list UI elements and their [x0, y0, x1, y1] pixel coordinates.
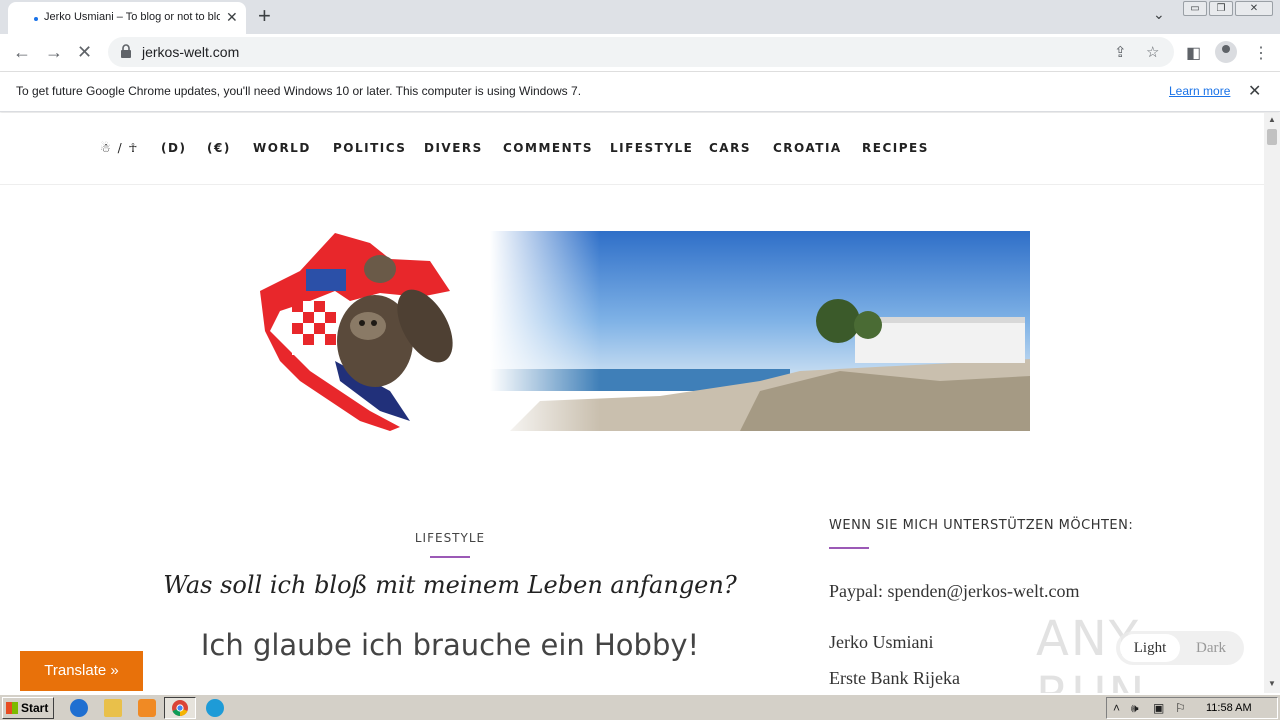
- media-player-icon[interactable]: [138, 699, 156, 717]
- nav-item-lifestyle[interactable]: LIFESTYLE: [610, 141, 693, 155]
- restore-window-icon[interactable]: ❐: [1209, 1, 1233, 16]
- share-icon[interactable]: ⇪: [1114, 43, 1127, 61]
- side-panel-icon[interactable]: ◧: [1186, 43, 1201, 63]
- back-arrow-icon[interactable]: ←: [13, 42, 31, 63]
- lock-icon[interactable]: [120, 44, 132, 58]
- sidebar-heading: WENN SIE MICH UNTERSTÜTZEN MÖCHTEN:: [829, 518, 1134, 533]
- theme-light-option[interactable]: Light: [1120, 634, 1180, 662]
- url-text[interactable]: jerkos-welt.com: [142, 44, 239, 60]
- tab-title: Jerko Usmiani – To blog or not to blog: [44, 11, 220, 23]
- infobar-close-icon[interactable]: ✕: [1248, 81, 1261, 101]
- post-category[interactable]: LIFESTYLE: [350, 531, 550, 545]
- bookmark-star-icon[interactable]: ☆: [1146, 43, 1159, 61]
- sidebar-bank: Erste Bank Rijeka: [829, 668, 960, 688]
- nav-item-symbols[interactable]: ☃ / ☥: [100, 141, 139, 155]
- windows-logo-icon: [6, 702, 18, 714]
- loading-dot-icon: [34, 17, 38, 21]
- profile-avatar-icon[interactable]: [1215, 41, 1237, 63]
- infobar-message: To get future Google Chrome updates, you…: [16, 84, 582, 98]
- category-underline: [430, 556, 470, 558]
- volume-icon[interactable]: 🕪: [1131, 701, 1139, 716]
- browser-toolbar: ← → ✕ jerkos-welt.com ⇪ ☆ ◧ ⋮: [0, 34, 1280, 72]
- nav-item-croatia[interactable]: CROATIA: [773, 141, 842, 155]
- header-banner-image[interactable]: [240, 231, 1030, 439]
- system-tray: ˄ 🕪 ▣ ⚐ 11:58 AM: [1106, 697, 1278, 719]
- sidebar-paypal: Paypal: spenden@jerkos-welt.com: [829, 581, 1080, 601]
- action-center-flag-icon[interactable]: ⚐: [1175, 701, 1186, 715]
- post-subtitle: Ich glaube ich brauche ein Hobby!: [200, 628, 700, 662]
- nav-item-divers[interactable]: DIVERS: [424, 141, 483, 155]
- new-tab-icon[interactable]: +: [258, 3, 271, 29]
- nav-item-d[interactable]: (D): [161, 141, 186, 155]
- nav-item-politics[interactable]: POLITICS: [333, 141, 406, 155]
- clock[interactable]: 11:58 AM: [1206, 702, 1252, 714]
- theme-toggle[interactable]: Light Dark: [1116, 631, 1244, 665]
- start-button[interactable]: Start: [2, 697, 54, 719]
- nav-item-euro[interactable]: (€): [207, 141, 231, 155]
- show-hidden-icons-icon[interactable]: ˄: [1113, 701, 1120, 715]
- file-explorer-icon[interactable]: [104, 699, 122, 717]
- stop-loading-icon[interactable]: ✕: [77, 42, 92, 63]
- tab-close-icon[interactable]: ✕: [226, 9, 238, 26]
- translate-button[interactable]: Translate »: [20, 651, 143, 691]
- nav-item-comments[interactable]: COMMENTS: [503, 141, 593, 155]
- address-bar[interactable]: jerkos-welt.com ⇪ ☆: [108, 37, 1174, 67]
- browser-tab[interactable]: Jerko Usmiani – To blog or not to blog ✕: [8, 2, 246, 34]
- site-navigation: ☃ / ☥ (D) (€) WORLD POLITICS DIVERS COMM…: [0, 113, 1264, 185]
- nav-item-world[interactable]: WORLD: [253, 141, 311, 155]
- sidebar-underline: [829, 547, 869, 549]
- page-scrollbar[interactable]: ▲ ▼: [1264, 113, 1280, 693]
- scroll-thumb[interactable]: [1267, 129, 1277, 145]
- scroll-up-arrow-icon[interactable]: ▲: [1268, 115, 1276, 124]
- web-page: ☃ / ☥ (D) (€) WORLD POLITICS DIVERS COMM…: [0, 113, 1264, 693]
- theme-dark-option[interactable]: Dark: [1182, 634, 1240, 662]
- scroll-down-arrow-icon[interactable]: ▼: [1268, 679, 1276, 688]
- minimize-window-icon[interactable]: ▭: [1183, 1, 1207, 16]
- menu-kebab-icon[interactable]: ⋮: [1253, 43, 1269, 63]
- nav-item-cars[interactable]: CARS: [709, 141, 751, 155]
- update-infobar: To get future Google Chrome updates, you…: [0, 72, 1280, 112]
- close-window-icon[interactable]: ✕: [1235, 1, 1273, 16]
- windows-taskbar: Start ˄ 🕪 ▣ ⚐ 11:58 AM: [0, 694, 1280, 720]
- post-title[interactable]: Was soll ich bloß mit meinem Leben anfan…: [150, 571, 750, 599]
- sidebar-name: Jerko Usmiani: [829, 632, 934, 652]
- internet-explorer-icon[interactable]: [70, 699, 88, 717]
- nav-item-recipes[interactable]: RECIPES: [862, 141, 929, 155]
- taskbar-chrome-button[interactable]: [164, 697, 196, 719]
- network-icon[interactable]: ▣: [1153, 701, 1164, 715]
- tab-strip: Jerko Usmiani – To blog or not to blog ✕…: [0, 0, 1280, 34]
- start-label: Start: [21, 701, 49, 715]
- forward-arrow-icon[interactable]: →: [45, 42, 63, 63]
- learn-more-link[interactable]: Learn more: [1169, 84, 1230, 98]
- tab-search-chevron-icon[interactable]: ⌄: [1153, 6, 1165, 23]
- chrome-icon: [172, 700, 188, 717]
- edge-icon[interactable]: [206, 699, 224, 717]
